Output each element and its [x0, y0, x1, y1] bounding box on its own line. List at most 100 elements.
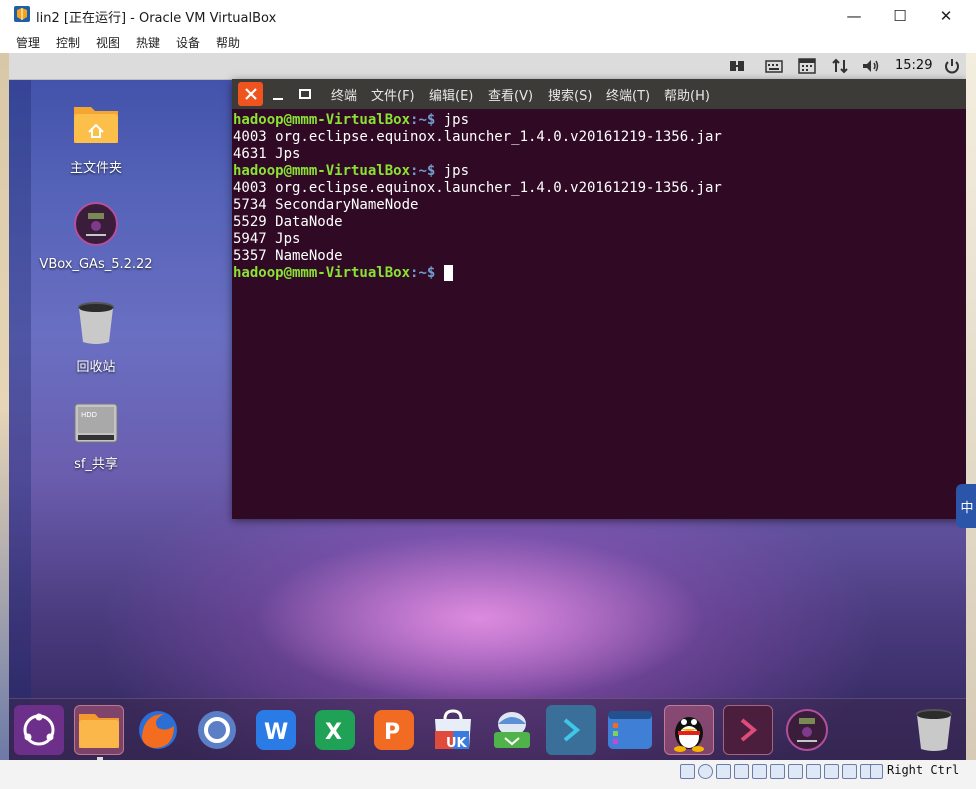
menu-devices[interactable]: 设备 [176, 34, 200, 51]
keyboard-capture-icon[interactable] [870, 764, 883, 779]
clock[interactable]: 15:29 [895, 58, 932, 73]
svg-text:HDD: HDD [81, 411, 97, 419]
terminal-active-icon [740, 718, 758, 742]
dock-browser[interactable] [192, 705, 242, 755]
virtualization-icon[interactable] [842, 764, 857, 779]
close-icon: ✕ [939, 6, 953, 25]
network-adapter-icon[interactable] [734, 764, 749, 779]
host-key-label: Right Ctrl [887, 763, 960, 777]
transfer-icon[interactable] [830, 57, 850, 75]
dock-terminal-running[interactable] [723, 705, 773, 755]
guest-desktop: 15:29 主文件夹 VBox_GAs_5.2.22 回收站 HDD sf_共享… [9, 53, 966, 760]
menu-view[interactable]: 视图 [96, 34, 120, 51]
terminal-prompt-line: hadoop@mmm-VirtualBox:~$ [233, 265, 965, 282]
svg-text:X: X [325, 720, 342, 745]
terminal-menu-file[interactable]: 文件(F) [371, 85, 415, 104]
trash-icon [916, 709, 952, 751]
prompt-user: hadoop@mmm-VirtualBox [233, 163, 411, 179]
dock-qq[interactable] [664, 705, 714, 755]
dock: W X P UK [9, 698, 966, 760]
firefox-icon [139, 711, 177, 749]
terminal-titlebar[interactable]: 终端 文件(F) 编辑(E) 查看(V) 搜索(S) 终端(T) 帮助(H) [232, 79, 966, 109]
desktop-icon-shared-folder[interactable]: HDD sf_共享 [36, 403, 156, 472]
desktop-icon-label: sf_共享 [74, 457, 118, 472]
hard-disk-icon[interactable] [680, 764, 695, 779]
dock-system-monitor[interactable] [605, 705, 655, 755]
close-icon [244, 88, 257, 100]
video-capture-icon[interactable] [806, 764, 821, 779]
display-icon[interactable] [788, 764, 803, 779]
svg-text:W: W [264, 720, 288, 745]
usb-icon[interactable] [752, 764, 767, 779]
close-window-button[interactable]: ✕ [923, 0, 969, 31]
svg-text:P: P [384, 720, 400, 745]
desktop-icon-label: VBox_GAs_5.2.22 [39, 257, 153, 272]
dock-ubuntu-logo[interactable] [14, 705, 64, 755]
dock-software-updater[interactable] [487, 705, 537, 755]
terminal-output-line: 5357 NameNode [233, 248, 343, 264]
terminal-output[interactable]: hadoop@mmm-VirtualBox:~$ jps 4003 org.ecl… [232, 109, 966, 519]
audio-icon[interactable] [716, 764, 731, 779]
cd-disc-icon [786, 709, 828, 751]
software-updater-icon [494, 712, 530, 748]
svg-text:UK: UK [446, 736, 468, 751]
dock-terminal-launcher[interactable] [546, 705, 596, 755]
desktop-icon-label: 主文件夹 [69, 161, 122, 176]
dock-wps-presentation[interactable]: P [369, 705, 419, 755]
prompt-command: jps [435, 112, 470, 128]
window-title: lin2 [正在运行] - Oracle VM VirtualBox [36, 11, 277, 26]
menu-help[interactable]: 帮助 [216, 34, 240, 51]
terminal-menu-view[interactable]: 查看(V) [488, 85, 533, 104]
window-titlebar: lin2 [正在运行] - Oracle VM VirtualBox — ☐ ✕ [0, 0, 976, 31]
menu-manage[interactable]: 管理 [16, 34, 40, 51]
terminal-output-line: 5529 DataNode [233, 214, 343, 230]
terminal-close-button[interactable] [238, 82, 263, 106]
dock-ukylin-store[interactable]: UK [428, 705, 478, 755]
dock-files[interactable] [74, 705, 124, 760]
calendar-icon[interactable] [797, 57, 817, 75]
dock-firefox[interactable] [133, 705, 183, 755]
ubuntu-logo-icon [23, 713, 55, 746]
dock-wps-writer[interactable]: W [251, 705, 301, 755]
menu-hotkey[interactable]: 热键 [136, 34, 160, 51]
terminal-menu-help[interactable]: 帮助(H) [664, 85, 710, 104]
dock-wps-spreadsheet[interactable]: X [310, 705, 360, 755]
wps-spreadsheet-icon: X [315, 710, 355, 750]
desktop-icon-vbox-gas[interactable]: VBox_GAs_5.2.22 [36, 201, 156, 272]
prompt-command: jps [435, 163, 470, 179]
ime-indicator[interactable]: 中 [956, 484, 976, 528]
terminal-menu-terminal[interactable]: 终端(T) [606, 85, 650, 104]
power-icon[interactable] [942, 57, 962, 75]
terminal-output-line: 4003 org.eclipse.equinox.launcher_1.4.0.… [233, 180, 722, 196]
guest-top-panel: 15:29 [9, 53, 966, 80]
prompt-user: hadoop@mmm-VirtualBox [233, 112, 411, 128]
system-monitor-icon [608, 711, 652, 749]
desktop-icon-home[interactable]: 主文件夹 [36, 99, 156, 176]
maximize-button[interactable]: ☐ [877, 0, 923, 31]
optical-drive-icon[interactable] [698, 764, 713, 779]
browser-icon [198, 711, 236, 749]
terminal-maximize-button[interactable] [292, 82, 317, 106]
prompt-path: :~$ [410, 265, 436, 281]
desktop-left-edge [9, 80, 31, 720]
prompt-command [435, 265, 443, 281]
terminal-window[interactable]: 终端 文件(F) 编辑(E) 查看(V) 搜索(S) 终端(T) 帮助(H) h… [232, 79, 966, 519]
network-icon[interactable] [727, 57, 747, 75]
dock-trash[interactable] [909, 705, 959, 755]
keyboard-icon[interactable] [764, 57, 784, 75]
maximize-icon [298, 89, 311, 99]
cd-disc-icon [74, 202, 118, 246]
volume-icon[interactable] [861, 57, 881, 75]
menu-control[interactable]: 控制 [56, 34, 80, 51]
desktop-icon-trash[interactable]: 回收站 [36, 300, 156, 375]
terminal-menu-edit[interactable]: 编辑(E) [429, 85, 473, 104]
prompt-path: :~$ [410, 163, 436, 179]
cpu-icon[interactable] [824, 764, 839, 779]
minimize-button[interactable]: — [831, 0, 877, 31]
dock-cd-disc[interactable] [782, 705, 832, 755]
shared-folders-icon[interactable] [770, 764, 785, 779]
terminal-prompt-line: hadoop@mmm-VirtualBox:~$ jps [233, 163, 965, 180]
maximize-icon: ☐ [893, 6, 907, 25]
terminal-menu-search[interactable]: 搜索(S) [548, 85, 592, 104]
terminal-minimize-button[interactable] [265, 82, 290, 106]
